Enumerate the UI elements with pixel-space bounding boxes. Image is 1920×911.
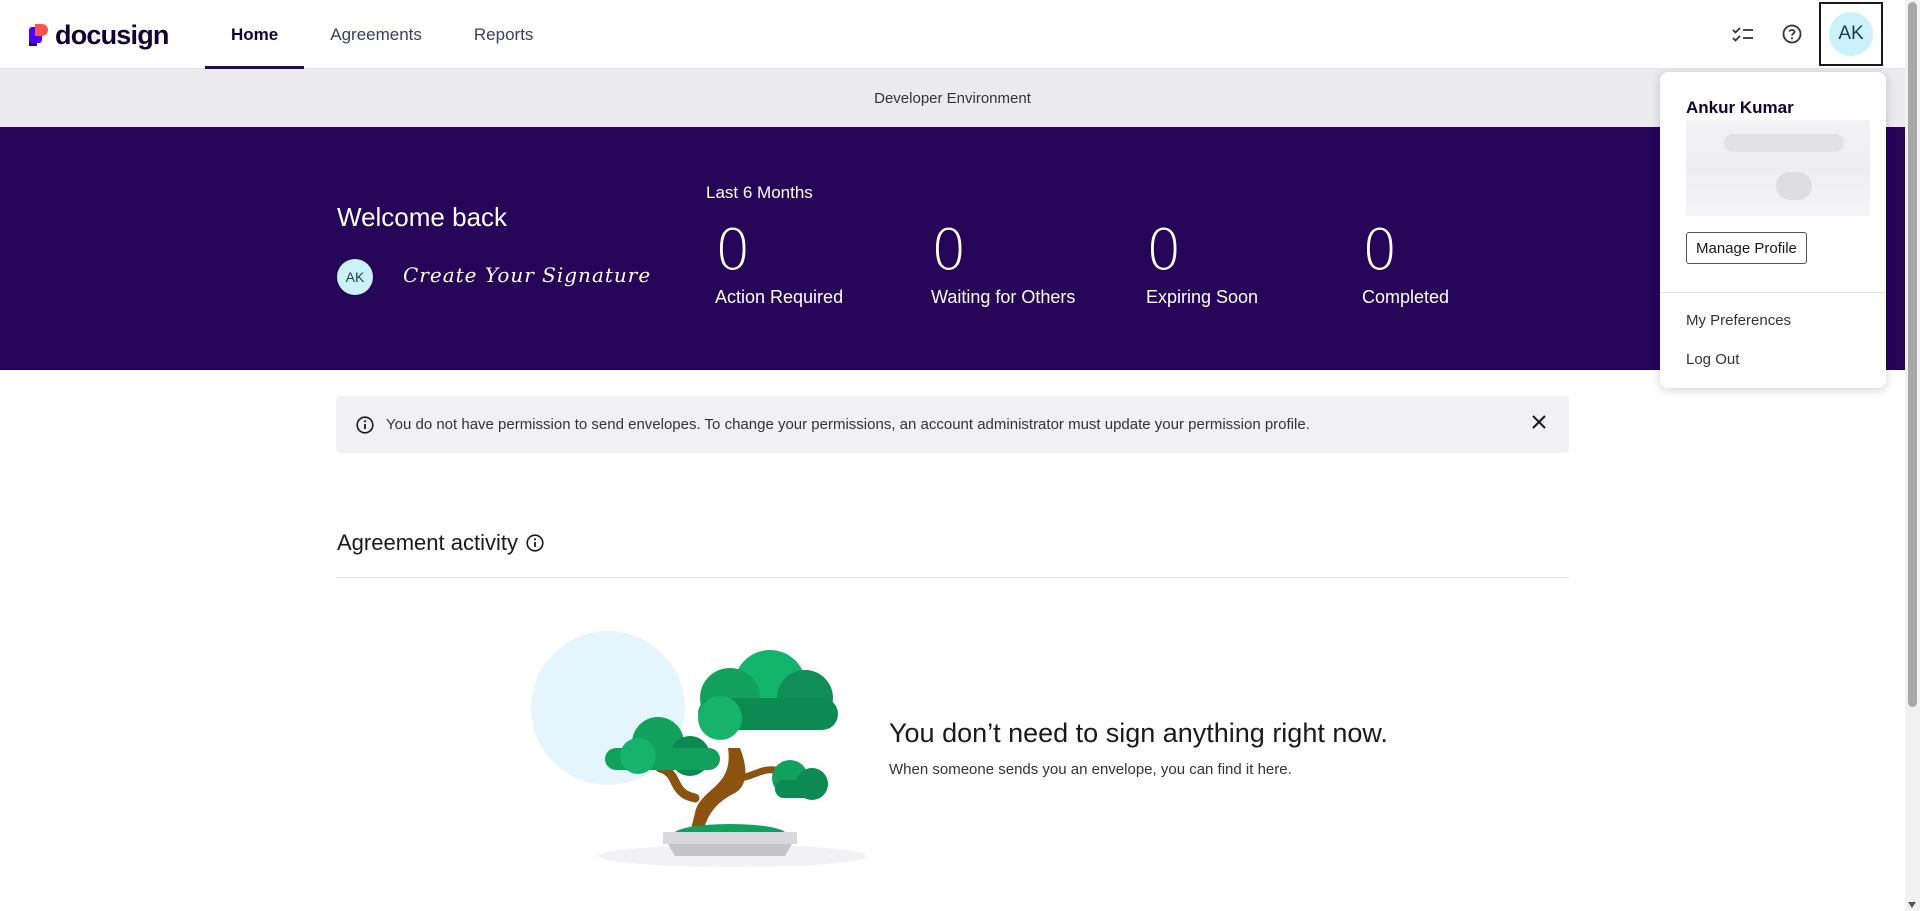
log-out-link[interactable]: Log Out — [1686, 351, 1739, 368]
avatar: AK — [1829, 12, 1873, 56]
empty-state-heading: You don’t need to sign anything right no… — [889, 718, 1388, 748]
help-icon[interactable] — [1778, 20, 1806, 48]
stat-label: Waiting for Others — [931, 287, 1076, 307]
close-icon[interactable] — [1531, 414, 1547, 434]
docusign-logo[interactable]: docusign — [29, 20, 169, 50]
environment-banner-text: Developer Environment — [874, 89, 1031, 107]
manage-profile-button[interactable]: Manage Profile — [1686, 232, 1807, 264]
logo-text: docusign — [55, 19, 169, 50]
hero-avatar: AK — [337, 259, 373, 295]
stat-waiting-for-others[interactable]: 0 Waiting for Others — [931, 223, 1075, 308]
bonsai-tree-illustration — [530, 628, 868, 868]
stat-value: 0 — [1146, 218, 1182, 283]
stat-value: 0 — [1362, 218, 1398, 283]
welcome-hero: Welcome back AK Create Your Signature La… — [0, 127, 1905, 370]
info-icon[interactable] — [526, 534, 544, 552]
info-icon — [356, 415, 374, 434]
activity-title-text: Agreement activity — [337, 530, 518, 555]
stat-value: 0 — [931, 218, 967, 283]
nav-tab-agreements[interactable]: Agreements — [304, 0, 448, 69]
empty-state-subtext: When someone sends you an envelope, you … — [889, 761, 1292, 778]
scroll-down-arrow-icon[interactable] — [1908, 902, 1916, 908]
scrollbar-thumb[interactable] — [1908, 2, 1917, 707]
stat-completed[interactable]: 0 Completed — [1362, 223, 1449, 308]
agreement-activity-heading: Agreement activity — [337, 530, 544, 556]
stat-action-required[interactable]: 0 Action Required — [715, 223, 843, 308]
stat-value: 0 — [715, 218, 751, 283]
profile-name: Ankur Kumar — [1686, 98, 1794, 117]
welcome-heading: Welcome back — [337, 202, 508, 232]
docusign-logo-mark-icon — [29, 24, 51, 46]
profile-dropdown-menu: Ankur Kumar Manage Profile My Preference… — [1660, 72, 1886, 388]
stat-expiring-soon[interactable]: 0 Expiring Soon — [1146, 223, 1258, 308]
redacted-account-info — [1686, 120, 1870, 216]
top-header: docusign Home Agreements Reports AK — [0, 0, 1905, 69]
user-avatar-button[interactable]: AK — [1819, 2, 1883, 66]
section-divider — [336, 577, 1569, 578]
environment-banner: Developer Environment — [0, 69, 1905, 127]
menu-divider — [1660, 292, 1886, 293]
nav-tab-home[interactable]: Home — [205, 0, 305, 69]
stat-label: Expiring Soon — [1146, 287, 1259, 307]
nav-tab-reports[interactable]: Reports — [448, 0, 560, 69]
my-preferences-link[interactable]: My Preferences — [1686, 312, 1791, 329]
stat-label: Action Required — [715, 287, 844, 307]
page-scrollbar[interactable] — [1905, 0, 1920, 911]
stat-label: Completed — [1362, 287, 1450, 307]
alert-message: You do not have permission to send envel… — [386, 416, 1310, 433]
permission-alert: You do not have permission to send envel… — [336, 396, 1569, 453]
period-label: Last 6 Months — [706, 183, 813, 202]
create-signature-link[interactable]: Create Your Signature — [403, 263, 651, 287]
main-nav: Home Agreements Reports — [205, 0, 559, 69]
checklist-icon[interactable] — [1729, 20, 1757, 48]
